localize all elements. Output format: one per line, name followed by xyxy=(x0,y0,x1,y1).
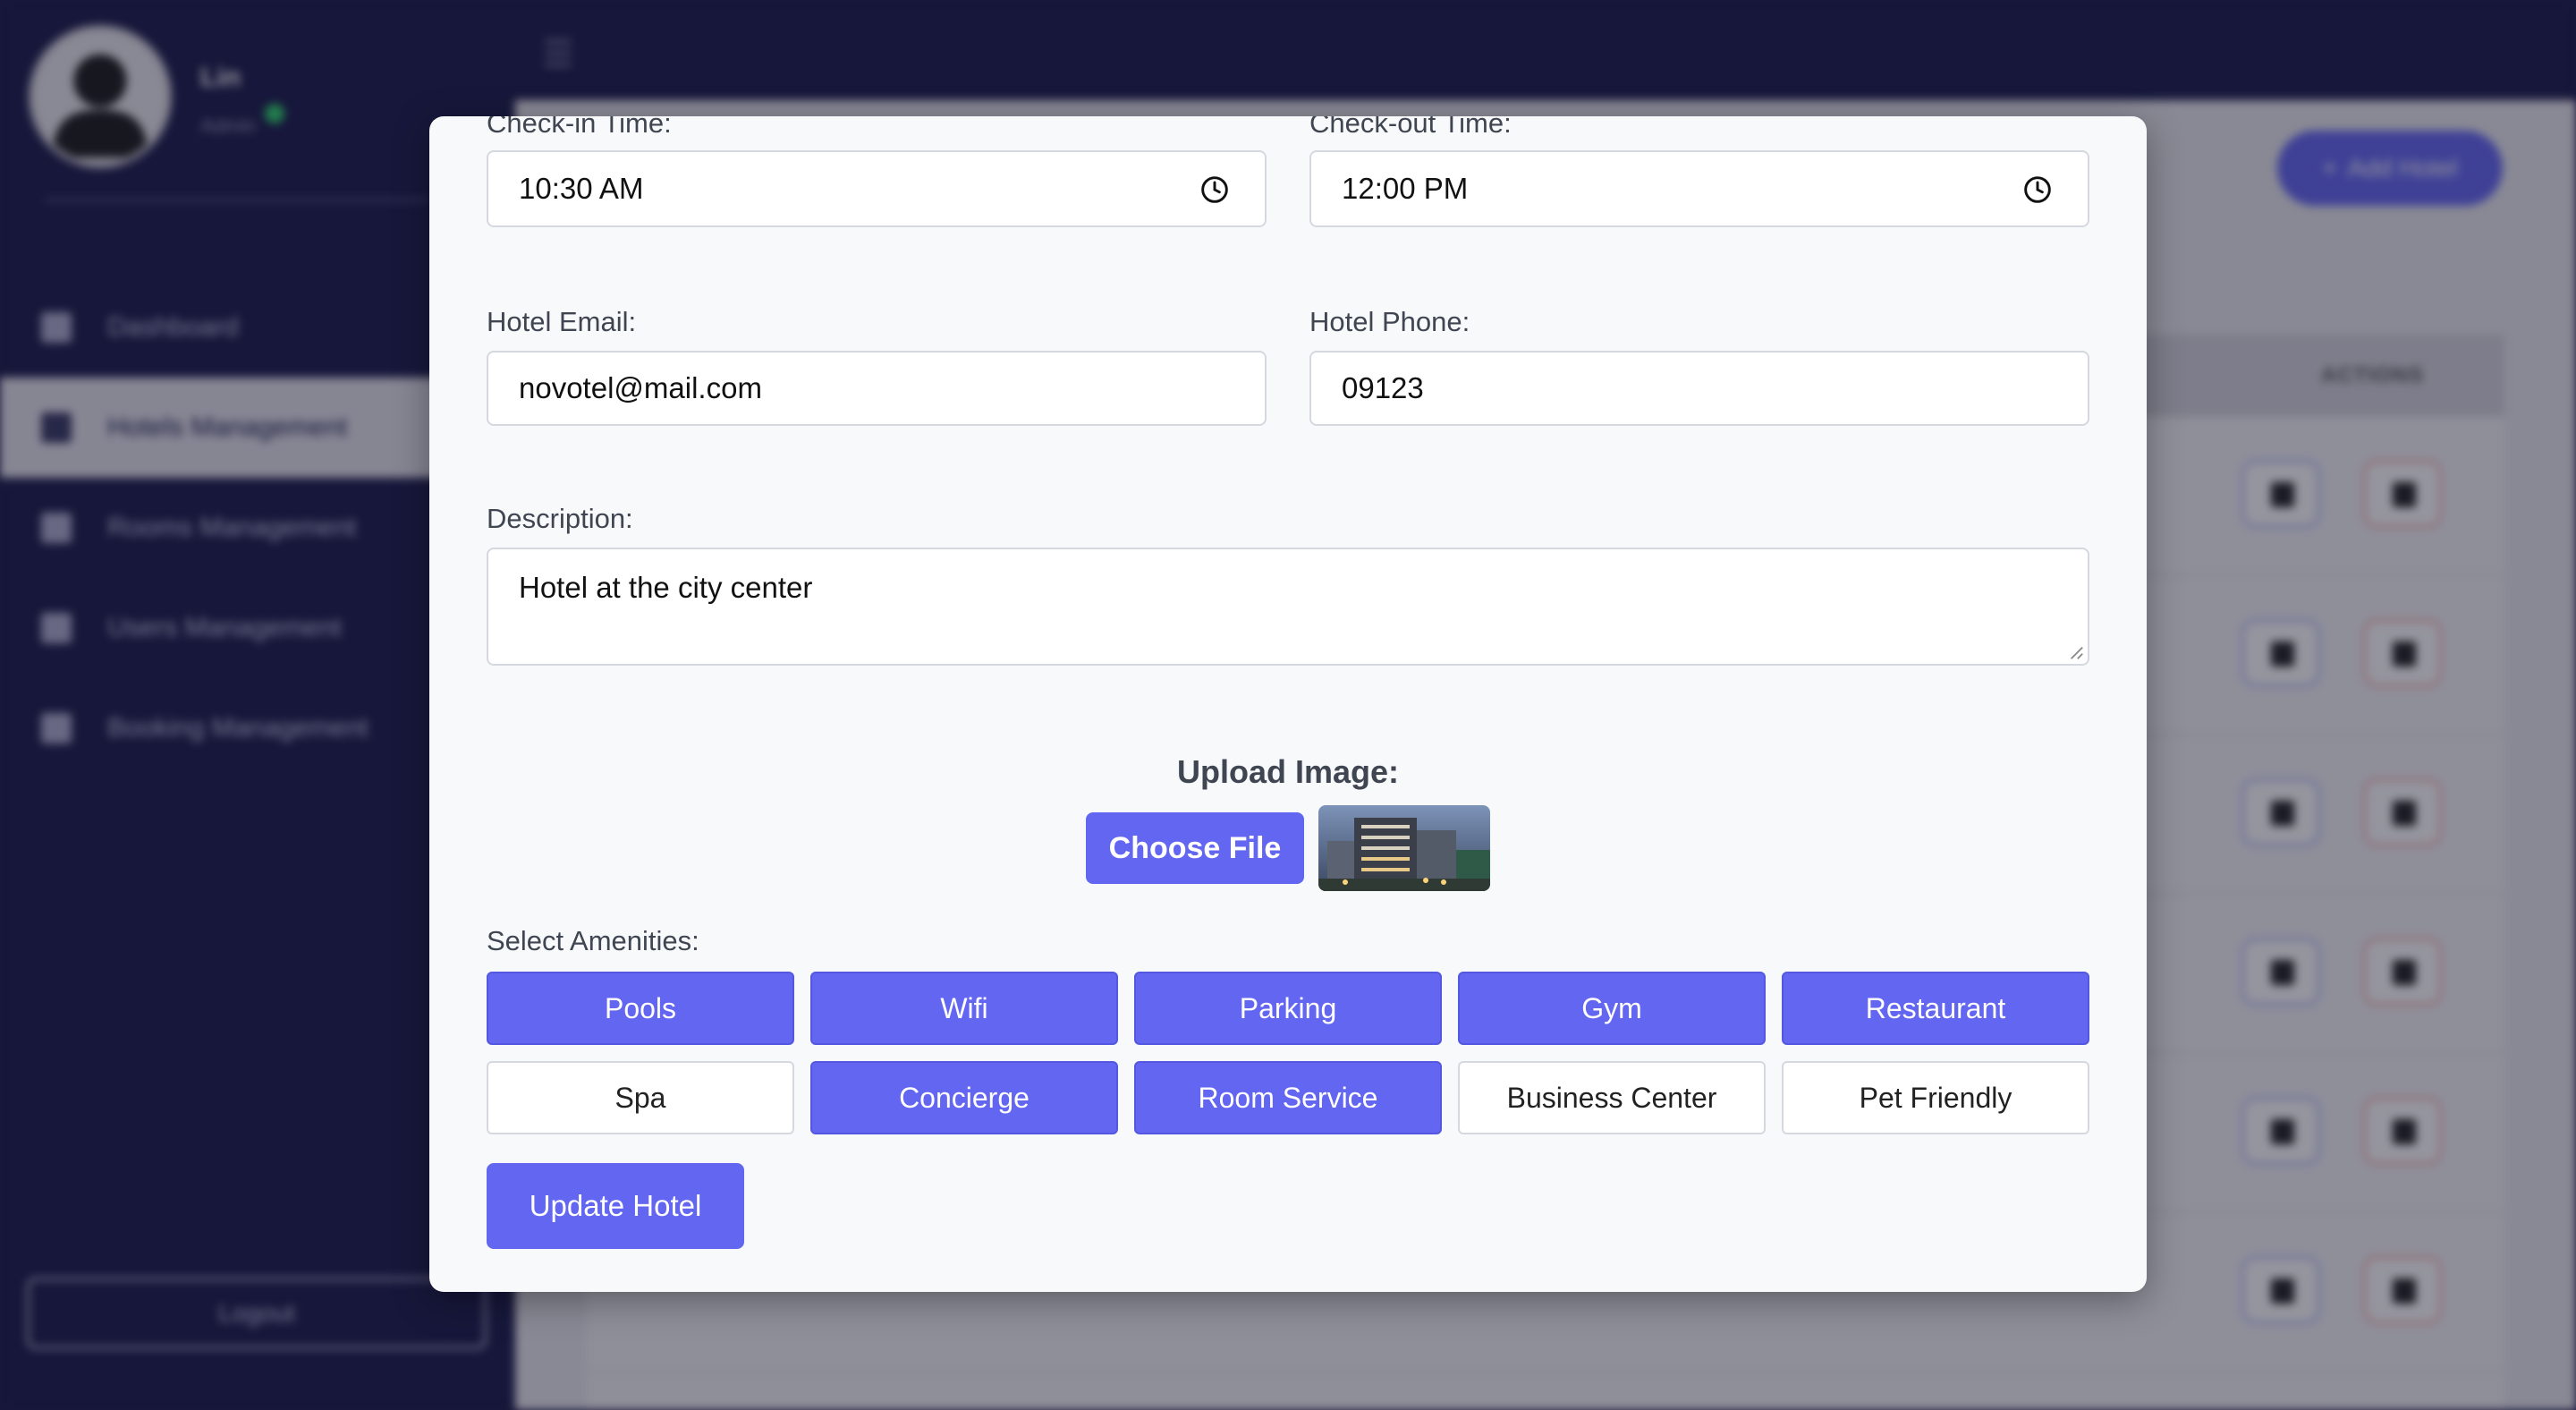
upload-image-label: Upload Image: xyxy=(1176,753,1400,790)
check-out-value: 12:00 PM xyxy=(1342,172,1469,205)
amenity-concierge[interactable]: Concierge xyxy=(810,1061,1118,1134)
check-out-label: Check-out Time: xyxy=(1309,116,1512,139)
check-in-time-input[interactable]: 10:30 AM xyxy=(487,150,1267,227)
check-in-label: Check-in Time: xyxy=(487,116,672,139)
resize-handle-icon[interactable] xyxy=(2068,644,2084,660)
choose-file-button[interactable]: Choose File xyxy=(1086,812,1304,884)
amenity-wifi[interactable]: Wifi xyxy=(810,972,1118,1045)
hotel-phone-value: 09123 xyxy=(1342,371,1424,404)
amenities-group: Pools Wifi Parking Gym Restaurant Spa Co… xyxy=(487,972,2089,1134)
amenity-spa[interactable]: Spa xyxy=(487,1061,794,1134)
hotel-phone-input[interactable]: 09123 xyxy=(1309,351,2089,426)
amenity-gym[interactable]: Gym xyxy=(1458,972,1766,1045)
hotel-email-input[interactable]: novotel@mail.com xyxy=(487,351,1267,426)
amenity-room-service[interactable]: Room Service xyxy=(1134,1061,1442,1134)
amenity-parking[interactable]: Parking xyxy=(1134,972,1442,1045)
hotel-photo-thumbnail xyxy=(1318,805,1490,891)
check-out-time-input[interactable]: 12:00 PM xyxy=(1309,150,2089,227)
update-hotel-button[interactable]: Update Hotel xyxy=(487,1163,744,1249)
hotel-email-value: novotel@mail.com xyxy=(519,371,762,404)
amenity-pools[interactable]: Pools xyxy=(487,972,794,1045)
edit-hotel-modal: Check-in Time: 10:30 AM Check-out Time: … xyxy=(429,116,2147,1292)
amenities-label: Select Amenities: xyxy=(487,925,699,956)
description-textarea[interactable]: Hotel at the city center xyxy=(487,548,2089,666)
amenity-restaurant[interactable]: Restaurant xyxy=(1782,972,2089,1045)
amenity-pet-friendly[interactable]: Pet Friendly xyxy=(1782,1061,2089,1134)
hotel-phone-label: Hotel Phone: xyxy=(1309,306,1470,337)
hotel-email-label: Hotel Email: xyxy=(487,306,637,337)
amenity-business-center[interactable]: Business Center xyxy=(1458,1061,1766,1134)
hotel-image-preview xyxy=(1318,805,1490,891)
clock-icon[interactable] xyxy=(2023,175,2052,204)
clock-icon[interactable] xyxy=(1200,175,1229,204)
description-value: Hotel at the city center xyxy=(519,571,813,604)
description-label: Description: xyxy=(487,503,633,534)
check-in-value: 10:30 AM xyxy=(519,172,644,205)
